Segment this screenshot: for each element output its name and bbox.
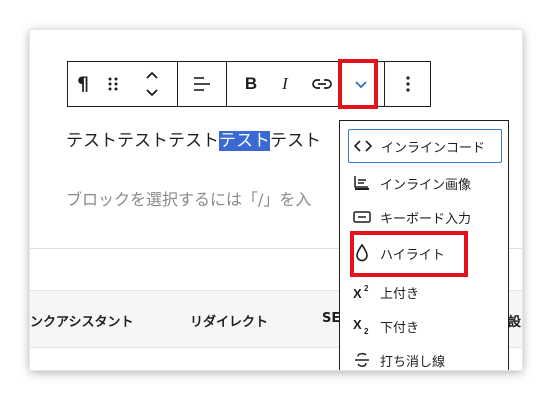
annotation-highlight-chevron — [338, 59, 378, 109]
options-button[interactable] — [386, 62, 430, 106]
tab-seo[interactable]: SE — [322, 311, 340, 326]
subscript-icon: X 2 — [353, 317, 369, 335]
svg-text:2: 2 — [364, 284, 369, 293]
align-button[interactable] — [178, 62, 226, 106]
menu-item-subscript[interactable]: X 2 下付き — [348, 309, 502, 343]
menu-item-label: 上付き — [380, 286, 420, 302]
image-icon — [354, 176, 369, 190]
strikethrough-icon — [355, 352, 369, 367]
toolbar-separator — [384, 62, 385, 106]
keyboard-icon — [353, 211, 371, 223]
link-icon — [312, 79, 332, 89]
block-placeholder[interactable]: ブロックを選択するには「/」を入 — [66, 186, 311, 210]
paragraph-block-button[interactable]: ¶ — [68, 62, 98, 106]
menu-item-label: キーボード入力 — [380, 211, 472, 227]
more-vertical-icon — [406, 76, 410, 92]
align-left-icon — [194, 77, 210, 91]
menu-item-label: インラインコード — [381, 140, 486, 156]
paragraph-text-before: テストテストテスト — [66, 131, 219, 151]
move-up-down-button[interactable] — [130, 62, 174, 106]
svg-text:2: 2 — [364, 327, 369, 335]
italic-label: I — [282, 74, 288, 93]
chevron-up-down-icon — [146, 71, 158, 97]
toolbar-separator — [226, 62, 227, 106]
menu-item-label: インライン画像 — [380, 177, 472, 193]
menu-item-inline-code[interactable]: インラインコード — [348, 129, 502, 163]
menu-item-label: 打ち消し線 — [380, 354, 446, 370]
editor-card: ¶ B I テストテストテストテストテスト ブロックを選択するには「/」を入 ン… — [30, 30, 522, 370]
tab-redirect[interactable]: リダイレクト — [190, 311, 268, 330]
menu-item-keyboard-input[interactable]: キーボード入力 — [348, 200, 502, 234]
code-icon — [354, 140, 372, 152]
link-button[interactable] — [304, 62, 340, 106]
menu-item-superscript[interactable]: X 2 上付き — [348, 275, 502, 309]
annotation-highlight-highlight-item — [350, 231, 468, 277]
menu-item-strikethrough[interactable]: 打ち消し線 — [348, 343, 502, 370]
svg-text:X: X — [353, 286, 362, 300]
bold-button[interactable]: B — [234, 62, 268, 106]
bold-label: B — [244, 74, 258, 93]
paragraph-text[interactable]: テストテストテストテストテスト — [66, 126, 321, 151]
italic-button[interactable]: I — [268, 62, 302, 106]
tab-settings[interactable]: 設 — [508, 311, 521, 330]
paragraph-text-after: テスト — [270, 131, 321, 151]
drag-dots-icon — [108, 77, 118, 91]
menu-item-inline-image[interactable]: インライン画像 — [348, 166, 502, 200]
selected-text: テスト — [219, 131, 270, 151]
menu-item-label: 下付き — [380, 320, 420, 336]
drag-handle[interactable] — [98, 62, 128, 106]
svg-text:X: X — [353, 317, 362, 332]
superscript-icon: X 2 — [353, 284, 369, 300]
paragraph-icon: ¶ — [76, 73, 90, 95]
tab-link-assistant[interactable]: ンクアシスタント — [30, 311, 133, 330]
